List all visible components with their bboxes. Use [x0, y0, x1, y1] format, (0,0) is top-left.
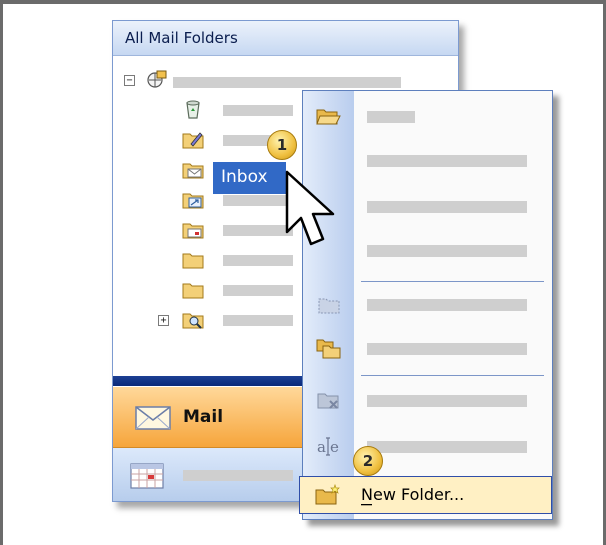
inbox-folder-selected[interactable]: Inbox [213, 162, 286, 194]
folder-row-sent[interactable] [223, 225, 293, 236]
menu-separator [361, 375, 544, 376]
menu-item-delete-folder[interactable] [303, 381, 552, 419]
outbox-icon [182, 193, 204, 209]
menu-item-copy-folder[interactable] [303, 285, 552, 323]
folder-row-mailbox[interactable] [173, 77, 401, 88]
folder-icon [182, 283, 204, 299]
window-frame-top [0, 0, 606, 4]
folder-pane-header: All Mail Folders [113, 21, 458, 56]
folder-pane-title: All Mail Folders [125, 29, 238, 47]
folder-row-folder-b[interactable] [223, 285, 293, 296]
rename-icon: a e [317, 437, 339, 456]
menu-item-new-folder[interactable]: New Folder... [299, 476, 552, 514]
expand-toggle[interactable]: + [158, 315, 169, 326]
new-folder-label: New Folder... [361, 485, 465, 504]
menu-separator [361, 281, 544, 282]
open-folder-icon [316, 109, 341, 125]
menu-item-move-folder[interactable] [303, 329, 552, 367]
menu-item-rename-folder[interactable]: a e [303, 427, 552, 465]
copy-folder-icon [318, 298, 340, 314]
deleted-items-icon [186, 100, 200, 119]
calendar-label-placeholder [183, 470, 293, 481]
context-menu: a e New Folder... [299, 90, 553, 520]
mail-nav-label: Mail [183, 407, 224, 427]
folder-row-search[interactable] [223, 315, 293, 326]
collapse-toggle[interactable]: − [124, 75, 135, 86]
search-folder-icon [182, 313, 204, 329]
calendar-icon [130, 463, 164, 489]
callout-step-2: 2 [353, 446, 383, 476]
folder-row-folder-a[interactable] [223, 255, 293, 266]
mouse-cursor-icon [285, 170, 335, 246]
drafts-icon [182, 132, 204, 149]
window-frame-left [0, 0, 3, 545]
new-folder-icon [315, 483, 340, 505]
menu-item-open[interactable] [303, 97, 552, 135]
move-folder-icon [316, 339, 341, 359]
sent-items-icon [182, 223, 204, 239]
folder-icon [182, 253, 204, 269]
callout-step-1: 1 [267, 130, 297, 160]
svg-text:e: e [330, 438, 339, 456]
folder-row-deleted[interactable] [223, 105, 293, 116]
delete-folder-icon [317, 393, 339, 409]
svg-text:a: a [317, 438, 326, 456]
inbox-icon [182, 163, 204, 179]
mail-icon [135, 406, 171, 430]
mailbox-root-icon [147, 70, 167, 88]
inbox-label: Inbox [221, 167, 268, 187]
accelerator-underline [361, 504, 372, 506]
folder-row-outbox[interactable] [223, 195, 293, 206]
